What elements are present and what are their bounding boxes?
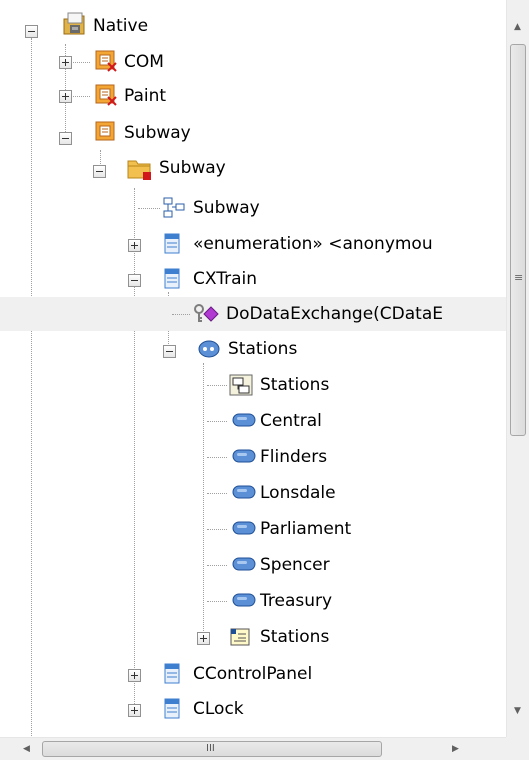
tree-node-cxtrain[interactable]: CXTrain: [0, 262, 506, 296]
tree-node-label: Subway: [193, 198, 260, 218]
scroll-up-arrow-icon[interactable]: ▲: [514, 22, 521, 32]
tree-node-literal[interactable]: Parliament: [0, 512, 506, 546]
package-icon: [95, 50, 117, 72]
enum-literal-icon: [231, 591, 256, 613]
tree-node-label: CXTrain: [193, 269, 258, 289]
expand-toggle[interactable]: [59, 90, 72, 103]
tree-guide-line: [70, 62, 90, 63]
enum-literal-icon: [231, 519, 256, 541]
tree-node-label: «enumeration» <anonymou: [193, 234, 433, 254]
tree-node-enumeration[interactable]: «enumeration» <anonymou: [0, 227, 506, 261]
tree-node-com[interactable]: COM: [0, 45, 506, 79]
tree-node-literal[interactable]: Lonsdale: [0, 476, 506, 510]
horizontal-scroll-thumb[interactable]: III: [42, 741, 382, 757]
tree-guide-line: [207, 565, 227, 566]
tree-node-label: Subway: [159, 158, 226, 178]
scroll-grip-icon: III: [206, 743, 215, 754]
tree-node-label: Stations: [228, 339, 298, 359]
tree-guide-line: [207, 385, 227, 386]
tree-node-stations-enum[interactable]: Stations: [0, 332, 506, 366]
enum-literal-icon: [231, 483, 256, 505]
collapse-toggle[interactable]: [25, 25, 38, 38]
tree-node-stations-diagram[interactable]: Stations: [0, 368, 506, 402]
tree-node-clock[interactable]: CLock: [0, 692, 506, 726]
tree-node-literal[interactable]: Central: [0, 404, 506, 438]
tree-node-label: Stations: [260, 375, 330, 395]
tree-node-label: COM: [124, 52, 164, 72]
tree-node-label: Native: [93, 16, 149, 36]
tree-guide-line: [207, 493, 227, 494]
horizontal-scrollbar[interactable]: ◀ III ▶: [0, 737, 506, 760]
tree-node-label: Flinders: [260, 447, 328, 467]
vertical-scroll-thumb[interactable]: ≡: [510, 44, 526, 436]
package-root-icon: [62, 11, 85, 35]
operation-icon: [192, 303, 219, 325]
tree-node-label: Parliament: [260, 519, 352, 539]
tree-node-label: Spencer: [260, 555, 330, 575]
expand-toggle[interactable]: [59, 56, 72, 69]
scroll-right-arrow-icon[interactable]: ▶: [452, 744, 459, 754]
tree-guide-line: [172, 314, 190, 315]
expand-toggle[interactable]: [128, 704, 141, 717]
package-icon: [95, 121, 117, 143]
class-icon: [163, 663, 185, 685]
enumeration-icon: [197, 338, 220, 360]
enum-literal-icon: [231, 555, 256, 577]
tree-node-label: Stations: [260, 627, 330, 647]
class-icon: [163, 698, 185, 720]
tree-guide-line: [207, 421, 227, 422]
state-diagram-icon: [229, 373, 253, 396]
tree-node-label: Lonsdale: [260, 483, 336, 503]
tree-node-subway-folder[interactable]: Subway: [0, 152, 506, 186]
project-browser-tree[interactable]: Native COM Paint Subway Subway Subway «e…: [0, 0, 506, 737]
tree-node-subway-diagram[interactable]: Subway: [0, 190, 506, 224]
tree-node-paint[interactable]: Paint: [0, 79, 506, 113]
expand-toggle[interactable]: [128, 239, 141, 252]
tree-node-label: Subway: [124, 123, 191, 143]
collapse-toggle[interactable]: [128, 274, 141, 287]
enum-literal-icon: [231, 411, 256, 433]
tree-guide-line: [207, 529, 227, 530]
tree-node-dodataexchange[interactable]: DoDataExchange(CDataE: [0, 297, 506, 331]
folder-icon: [127, 157, 151, 180]
scroll-left-arrow-icon[interactable]: ◀: [23, 744, 30, 754]
tree-node-label: Paint: [124, 86, 167, 106]
tree-guide-line: [70, 96, 90, 97]
tree-node-literal[interactable]: Spencer: [0, 548, 506, 582]
tree-node-label: Treasury: [260, 591, 333, 611]
tree-node-native[interactable]: Native: [0, 11, 506, 45]
collapse-toggle[interactable]: [93, 165, 106, 178]
tree-node-label: DoDataExchange(CDataE: [226, 304, 443, 324]
expand-toggle[interactable]: [128, 669, 141, 682]
class-icon: [163, 268, 185, 290]
tree-node-label: CControlPanel: [193, 664, 313, 684]
class-icon: [163, 233, 185, 255]
diagram-icon: [163, 197, 185, 219]
scroll-grip-icon: ≡: [514, 271, 524, 284]
tree-node-label: CLock: [193, 699, 244, 719]
tree-guide-line: [207, 457, 227, 458]
collapse-toggle[interactable]: [59, 132, 72, 145]
tree-node-subway-package[interactable]: Subway: [0, 113, 506, 147]
collapse-toggle[interactable]: [163, 345, 176, 358]
enum-literal-icon: [231, 447, 256, 469]
expand-toggle[interactable]: [197, 632, 210, 645]
tree-node-ccontrolpanel[interactable]: CControlPanel: [0, 657, 506, 691]
tree-node-stations-sub[interactable]: Stations: [0, 620, 506, 654]
scroll-down-arrow-icon[interactable]: ▼: [514, 706, 521, 716]
tree-node-label: Central: [260, 411, 322, 431]
package-icon: [95, 84, 117, 106]
state-machine-icon: [229, 626, 251, 648]
scrollbar-corner: [506, 737, 529, 760]
tree-guide-line: [138, 208, 160, 209]
tree-node-literal[interactable]: Flinders: [0, 440, 506, 474]
tree-guide-line: [207, 601, 227, 602]
vertical-scrollbar[interactable]: ▲ ≡ ▼: [506, 0, 529, 737]
tree-node-literal[interactable]: Treasury: [0, 584, 506, 618]
